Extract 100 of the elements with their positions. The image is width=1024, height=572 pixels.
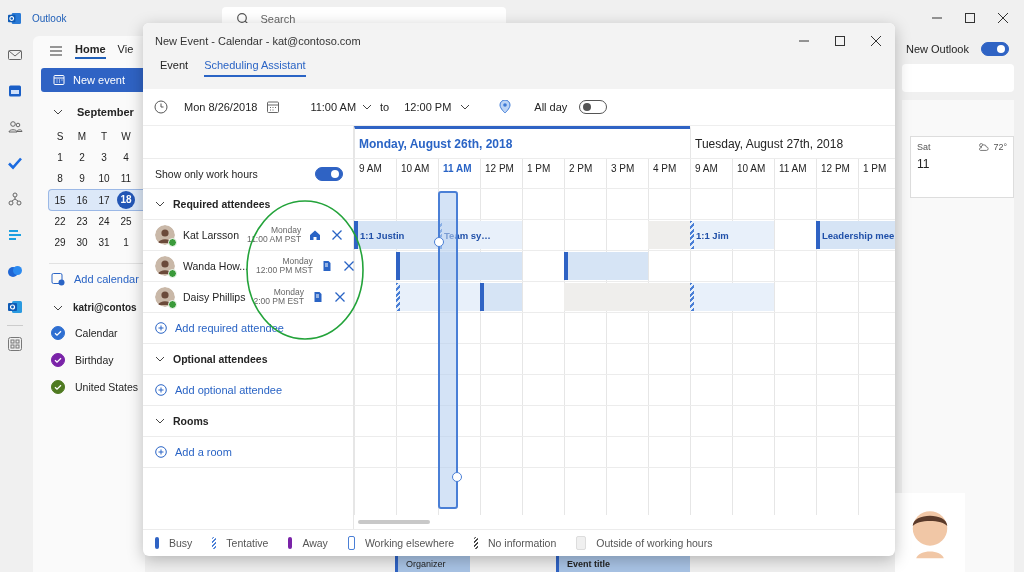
calendar-icon[interactable] — [7, 83, 23, 99]
to-label: to — [380, 101, 390, 113]
busy-block[interactable]: Leadership mee — [816, 221, 895, 249]
busy-block[interactable] — [564, 252, 648, 280]
calendar-day[interactable]: 23 — [71, 216, 93, 227]
resize-handle[interactable] — [452, 472, 462, 482]
legend-swatch — [347, 536, 355, 550]
ribbon-tab[interactable]: Vie — [117, 43, 134, 59]
location-pin-icon[interactable] — [498, 100, 513, 114]
hour-label: 12 PM — [480, 159, 522, 188]
month-label: September — [77, 106, 134, 118]
day-header[interactable]: Tuesday, August 27th, 2018 — [690, 126, 895, 158]
calendar-event[interactable]: Organizer — [395, 556, 470, 572]
menu-icon[interactable] — [49, 44, 63, 58]
calendar-day[interactable]: 30 — [71, 237, 93, 248]
calendar-day[interactable]: 31 — [93, 237, 115, 248]
chevron-down-icon[interactable] — [460, 102, 471, 112]
day-cell[interactable]: Sat 72° 11 — [910, 136, 1014, 198]
calendar-event[interactable]: Event title — [556, 556, 690, 572]
account-label[interactable]: katri@contos — [73, 302, 137, 313]
calendar-day[interactable]: 8 — [49, 173, 71, 184]
calendar-day[interactable]: 16 — [71, 194, 93, 206]
mail-icon[interactable] — [7, 47, 23, 63]
groups-icon[interactable] — [7, 191, 23, 207]
date-field[interactable]: Mon 8/26/2018 — [184, 101, 258, 113]
calendar-day[interactable]: 4 — [115, 152, 137, 163]
dialog-tab[interactable]: Scheduling Assistant — [204, 59, 306, 77]
hour-label: 1 PM — [522, 159, 564, 188]
calendar-checkbox[interactable] — [51, 353, 65, 367]
all-day-toggle[interactable] — [579, 100, 608, 114]
calendar-day[interactable]: 17 — [93, 194, 115, 206]
busy-block[interactable]: 1:1 Justin — [354, 221, 438, 249]
add-icon — [155, 384, 167, 396]
legend-label: Busy — [169, 537, 193, 549]
tentative-block[interactable] — [690, 283, 774, 311]
calendar-day[interactable]: 15 — [49, 194, 71, 206]
attendee-name: Kat Larsson — [183, 229, 240, 241]
calendar-day[interactable]: 2 — [71, 152, 93, 163]
apps-icon[interactable] — [7, 336, 23, 352]
calendar-day[interactable]: 24 — [93, 216, 115, 227]
avatar — [155, 287, 175, 307]
people-icon[interactable] — [7, 119, 23, 135]
checkmark-icon[interactable] — [7, 155, 23, 171]
new-outlook-label: New Outlook — [906, 43, 969, 55]
chevron-down-icon[interactable] — [155, 354, 165, 364]
calendar-checkbox[interactable] — [51, 380, 65, 394]
work-hours-toggle[interactable] — [315, 166, 343, 181]
calendar-day[interactable]: 10 — [93, 173, 115, 184]
dialog-title: New Event - Calendar - kat@contoso.com — [155, 35, 361, 47]
add-calendar-link[interactable]: Add calendar — [74, 273, 139, 285]
tentative-block[interactable] — [396, 283, 480, 311]
calendar-day[interactable]: 3 — [93, 152, 115, 163]
calendar-name: United States — [75, 381, 139, 393]
busy-block[interactable] — [396, 252, 522, 280]
calendar-icon[interactable] — [266, 100, 281, 114]
chevron-down-icon[interactable] — [155, 416, 165, 426]
selected-week[interactable]: 15 16 17 18 — [48, 189, 145, 211]
weekday-label: S — [55, 131, 65, 142]
calendar-day[interactable]: 25 — [115, 216, 137, 227]
add-attendee-link[interactable]: Add a room — [175, 446, 232, 458]
calendar-checkbox[interactable] — [51, 326, 65, 340]
avatar — [155, 225, 175, 245]
calendar-day[interactable]: 18 — [117, 191, 135, 209]
close-icon[interactable] — [871, 36, 881, 46]
add-attendee-link[interactable]: Add optional attendee — [175, 384, 283, 396]
chevron-down-icon[interactable] — [362, 102, 373, 112]
start-time-field[interactable]: 11:00 AM — [310, 101, 357, 113]
calendar-day[interactable]: 1 — [49, 152, 71, 163]
chevron-down-icon[interactable] — [155, 199, 165, 209]
new-outlook-toggle[interactable] — [981, 42, 1009, 56]
lines-icon[interactable] — [7, 227, 23, 243]
tentative-block[interactable]: 1:1 Jim — [690, 221, 774, 249]
dialog-tab[interactable]: Event — [160, 59, 189, 77]
calendar-day[interactable]: 1 — [115, 237, 137, 248]
add-icon — [155, 446, 167, 458]
work-hours-label: Show only work hours — [155, 167, 258, 180]
close-icon[interactable] — [998, 13, 1008, 23]
chevron-down-icon[interactable] — [53, 107, 63, 117]
outlook-app-icon[interactable] — [7, 299, 23, 315]
hour-label: 2 PM — [564, 159, 606, 188]
busy-block[interactable] — [480, 283, 522, 311]
calendar-day[interactable]: 22 — [49, 216, 71, 227]
cloud-icon[interactable] — [7, 263, 23, 279]
new-event-button[interactable]: New event — [41, 68, 145, 92]
day-header[interactable]: Monday, August 26th, 2018 — [354, 126, 690, 158]
avatar — [155, 256, 175, 276]
legend-swatch — [288, 537, 293, 549]
remove-icon[interactable] — [331, 229, 344, 241]
end-time-field[interactable]: 12:00 PM — [404, 101, 452, 113]
ribbon-tab[interactable]: Home — [75, 43, 106, 59]
hour-label: 10 AM — [396, 159, 438, 188]
maximize-icon[interactable] — [835, 36, 845, 46]
remove-icon[interactable] — [342, 260, 355, 272]
maximize-icon[interactable] — [965, 13, 975, 23]
app-title: Outlook — [32, 12, 67, 24]
calendar-day[interactable]: 9 — [71, 173, 93, 184]
scrollbar-thumb[interactable] — [358, 520, 430, 524]
remove-icon[interactable] — [334, 291, 346, 303]
calendar-day[interactable]: 11 — [115, 173, 137, 184]
calendar-day[interactable]: 29 — [49, 237, 71, 248]
